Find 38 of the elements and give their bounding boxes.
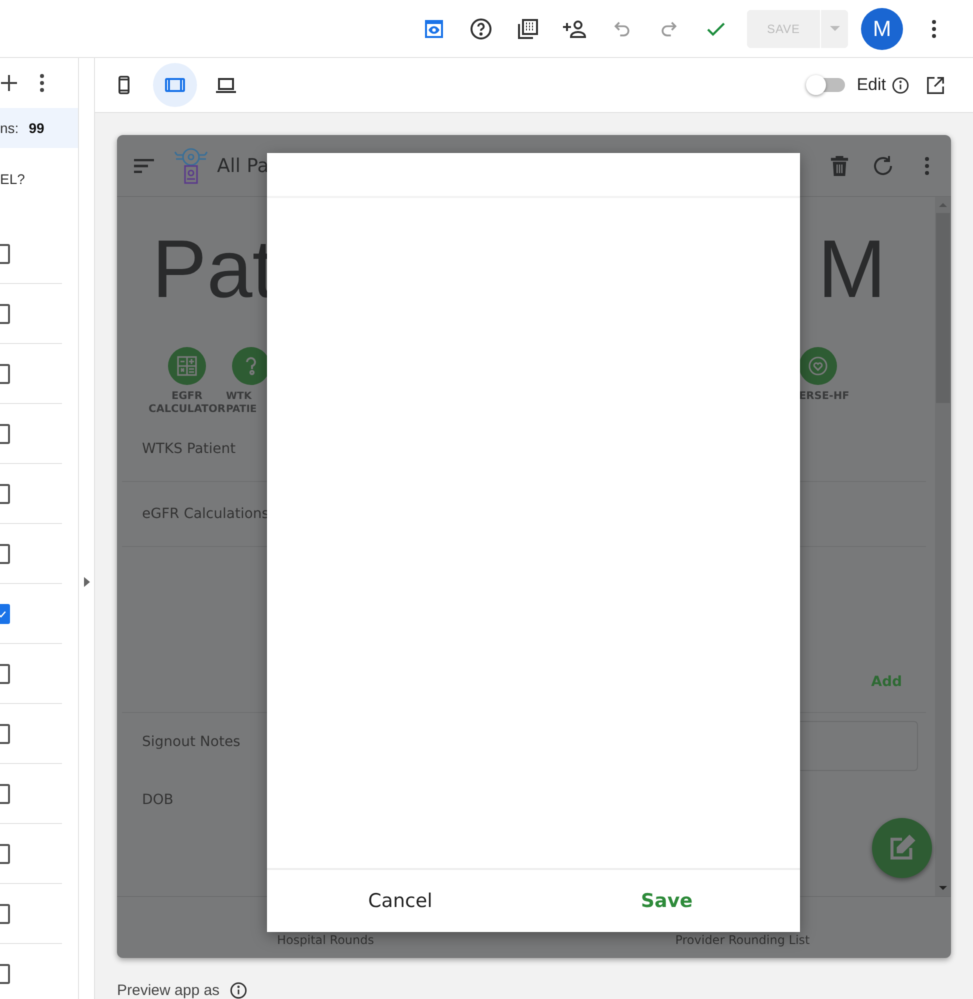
more-icon: [932, 20, 936, 38]
field-label: eGFR Calculations: [142, 506, 270, 522]
field-label: Signout Notes: [142, 734, 240, 750]
pages-icon: [516, 16, 540, 40]
scroll-down-icon[interactable]: [939, 886, 947, 890]
tablet-view-button[interactable]: [153, 63, 197, 107]
patient-heading: Pat: [152, 223, 276, 317]
help-icon: [469, 16, 493, 40]
question-icon[interactable]: [232, 347, 270, 385]
expand-icon[interactable]: [84, 577, 90, 587]
question-text: EL?: [0, 171, 25, 187]
action-label[interactable]: EGFR CALCULATOR: [148, 390, 226, 416]
patient-heading: M: [818, 223, 886, 317]
refresh-icon[interactable]: [871, 154, 895, 178]
info-icon[interactable]: [230, 982, 247, 999]
save-button[interactable]: Save: [534, 870, 800, 932]
preview-label: Preview app as: [117, 982, 220, 999]
cancel-button[interactable]: Cancel: [267, 870, 534, 932]
action-label[interactable]: ERSE-HF: [799, 390, 850, 403]
action-label[interactable]: WTK PATIE: [226, 390, 257, 416]
app-title: All Pa: [217, 154, 269, 176]
scrollbar[interactable]: [935, 197, 951, 896]
count-label: ns:: [0, 120, 19, 136]
scrollbar-thumb[interactable]: [936, 213, 950, 403]
avatar[interactable]: M: [861, 8, 903, 50]
more-icon[interactable]: [40, 74, 44, 92]
delete-icon[interactable]: [830, 155, 849, 176]
add-link[interactable]: Add: [871, 674, 902, 690]
caret-icon: [830, 26, 840, 31]
info-icon[interactable]: [892, 76, 909, 94]
count-value: 99: [28, 120, 44, 136]
menu-icon[interactable]: [134, 158, 154, 172]
field-label: WTKS Patient: [142, 441, 236, 457]
add-icon[interactable]: [0, 74, 18, 92]
edit-label: Edit: [856, 75, 886, 95]
field-label: DOB: [142, 792, 174, 808]
edit-toggle[interactable]: [808, 78, 845, 92]
open-external-icon[interactable]: [926, 76, 945, 94]
